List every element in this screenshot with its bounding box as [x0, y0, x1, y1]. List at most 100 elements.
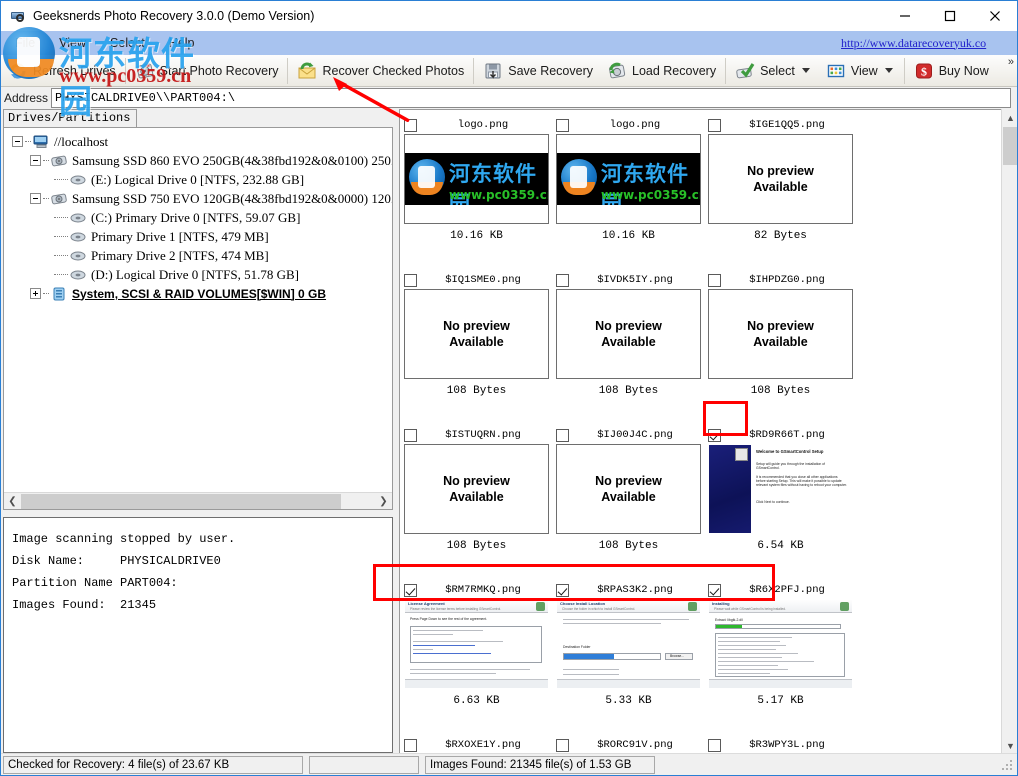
- close-button[interactable]: [972, 1, 1017, 31]
- scrollbar-thumb[interactable]: [21, 494, 341, 509]
- resize-grip[interactable]: [1001, 759, 1013, 771]
- menu-item-view[interactable]: View: [49, 34, 96, 52]
- menu-item-file[interactable]: File: [5, 34, 45, 52]
- thumbnail-preview[interactable]: No preview Available: [404, 444, 549, 534]
- thumbnail-preview[interactable]: 河东软件园 www.pc0359.cn: [556, 134, 701, 224]
- buy-now-button[interactable]: $ Buy Now: [907, 56, 996, 86]
- thumbnail-checkbox[interactable]: [404, 584, 417, 597]
- thumbnail-checkbox[interactable]: [556, 739, 569, 752]
- drives-tree-panel[interactable]: //localhost Samsung SSD 860 EVO 250GB(4&…: [3, 127, 393, 510]
- thumbnail-filename: $IQ1SME0.png: [417, 274, 549, 286]
- scroll-right-arrow[interactable]: ❯: [375, 493, 392, 510]
- thumbnail-cell[interactable]: $RPAS3K2.png Choose Install Location Cho…: [556, 581, 701, 736]
- thumbnail-checkbox[interactable]: [708, 584, 721, 597]
- tree-node-localhost[interactable]: //localhost: [8, 132, 392, 151]
- thumbnail-cell[interactable]: $ISTUQRN.png No preview Available 108 By…: [404, 426, 549, 581]
- partition-icon: [70, 173, 87, 187]
- expand-toggle-icon[interactable]: [12, 136, 23, 147]
- toolbar-overflow-button[interactable]: »: [1008, 55, 1014, 68]
- thumbnail-cell[interactable]: logo.png 河东软件园 www.pc0359.cn 10.16 KB: [556, 116, 701, 271]
- menu-item-select[interactable]: Select: [100, 34, 155, 52]
- address-input[interactable]: PHYSICALDRIVE0\\PART004:\: [51, 88, 1011, 108]
- start-photo-recovery-button[interactable]: Start Photo Recovery: [128, 56, 286, 86]
- save-recovery-button[interactable]: Save Recovery: [476, 56, 600, 86]
- wizard-welcome-p2: It is recommended that you close all oth…: [756, 475, 848, 487]
- thumbnail-preview[interactable]: No preview Available: [404, 289, 549, 379]
- thumbnail-cell[interactable]: $RD9R66T.png Welcome to GSmartControl Se…: [708, 426, 853, 581]
- thumbnail-preview[interactable]: License Agreement Please review the lice…: [404, 599, 549, 689]
- tree-node-primary-2[interactable]: Primary Drive 2 [NTFS, 474 MB]: [8, 246, 392, 265]
- tree-node-raid-volumes[interactable]: System, SCSI & RAID VOLUMES[$WIN] 0 GB: [8, 284, 392, 303]
- recover-checked-photos-button[interactable]: Recover Checked Photos: [290, 56, 471, 86]
- thumbnail-checkbox[interactable]: [556, 119, 569, 132]
- menu-item-help[interactable]: Help: [159, 34, 205, 52]
- thumbnail-cell[interactable]: $IHPDZG0.png No preview Available 108 By…: [708, 271, 853, 426]
- partition-icon: [70, 230, 87, 244]
- thumbnail-cell[interactable]: logo.png 河东软件园 www.pc0359.cn 10.16 KB: [404, 116, 549, 271]
- tree-node-drive-d[interactable]: (D:) Logical Drive 0 [NTFS, 51.78 GB]: [8, 265, 392, 284]
- scroll-up-arrow[interactable]: ▲: [1002, 109, 1018, 126]
- thumbnail-checkbox[interactable]: [404, 429, 417, 442]
- thumbnail-cell[interactable]: $IJ00J4C.png No preview Available 108 By…: [556, 426, 701, 581]
- tree-node-primary-1[interactable]: Primary Drive 1 [NTFS, 479 MB]: [8, 227, 392, 246]
- tree-node-samsung-750[interactable]: Samsung SSD 750 EVO 120GB(4&38fbd192&0&0…: [8, 189, 392, 208]
- thumbnail-cell[interactable]: $R6X2PFJ.png Installing Please wait whil…: [708, 581, 853, 736]
- tree-node-samsung-860[interactable]: Samsung SSD 860 EVO 250GB(4&38fbd192&0&0…: [8, 151, 392, 170]
- chevron-down-icon[interactable]: [802, 68, 810, 73]
- minimize-button[interactable]: [882, 1, 927, 31]
- view-label: View: [851, 64, 878, 78]
- wizard-footer: [405, 679, 548, 688]
- maximize-button[interactable]: [927, 1, 972, 31]
- thumbnail-checkbox[interactable]: [708, 739, 721, 752]
- thumbnail-checkbox[interactable]: [556, 584, 569, 597]
- thumbnail-preview[interactable]: Installing Please wait while GSmartContr…: [708, 599, 853, 689]
- tree-node-label: (E:) Logical Drive 0 [NTFS, 232.88 GB]: [91, 172, 304, 188]
- thumbnail-checkbox[interactable]: [708, 119, 721, 132]
- select-button[interactable]: Select: [728, 56, 819, 86]
- scroll-left-arrow[interactable]: ❮: [4, 493, 21, 510]
- thumbnail-cell[interactable]: $IQ1SME0.png No preview Available 108 By…: [404, 271, 549, 426]
- view-button[interactable]: View: [819, 56, 902, 86]
- thumbnail-cell[interactable]: $IVDK5IY.png No preview Available 108 By…: [556, 271, 701, 426]
- tree-horizontal-scrollbar[interactable]: ❮ ❯: [4, 492, 392, 509]
- thumbnail-preview[interactable]: No preview Available: [556, 444, 701, 534]
- partition-icon: [70, 268, 87, 282]
- computer-icon: [33, 135, 50, 149]
- thumbnail-checkbox[interactable]: [556, 274, 569, 287]
- thumbnail-preview[interactable]: No preview Available: [708, 289, 853, 379]
- thumbnail-preview[interactable]: Welcome to GSmartControl Setup Setup wil…: [708, 444, 853, 534]
- thumbnail-filename: $IHPDZG0.png: [721, 274, 853, 286]
- chevron-down-icon[interactable]: [885, 68, 893, 73]
- toolbar-separator: [725, 58, 726, 84]
- thumbnail-checkbox[interactable]: [556, 429, 569, 442]
- scroll-down-arrow[interactable]: ▼: [1002, 737, 1018, 754]
- thumbnail-grid-panel[interactable]: logo.png 河东软件园 www.pc0359.cn 10.16 KB: [399, 109, 1001, 754]
- no-preview-text: No preview Available: [443, 473, 510, 505]
- thumbnail-cell[interactable]: $RORC91V.png Drive Information Basic hea…: [556, 736, 701, 754]
- thumbnail-checkbox[interactable]: [404, 739, 417, 752]
- tab-drives-partitions[interactable]: Drives/Partitions: [3, 109, 137, 127]
- load-recovery-button[interactable]: Load Recovery: [600, 56, 723, 86]
- thumbnail-checkbox[interactable]: [708, 429, 721, 442]
- expand-toggle-icon[interactable]: [30, 193, 41, 204]
- scrollbar-thumb[interactable]: [1003, 127, 1018, 165]
- thumbnail-preview[interactable]: No preview Available: [556, 289, 701, 379]
- grid-vertical-scrollbar[interactable]: ▲ ▼: [1001, 109, 1018, 754]
- thumbnail-checkbox[interactable]: [708, 274, 721, 287]
- thumbnail-preview[interactable]: 河东软件园 www.pc0359.cn: [404, 134, 549, 224]
- thumbnail-cell[interactable]: $R3WPY3L.png: [708, 736, 853, 754]
- thumbnail-checkbox[interactable]: [404, 119, 417, 132]
- thumbnail-cell[interactable]: $RXOXE1Y.png Completing GSmartControl Se…: [404, 736, 549, 754]
- expand-toggle-icon[interactable]: [30, 155, 41, 166]
- expand-toggle-icon[interactable]: [30, 288, 41, 299]
- tree-node-drive-c[interactable]: (C:) Primary Drive 0 [NTFS, 59.07 GB]: [8, 208, 392, 227]
- thumbnail-preview[interactable]: No preview Available: [708, 134, 853, 224]
- tree-node-drive-e[interactable]: (E:) Logical Drive 0 [NTFS, 232.88 GB]: [8, 170, 392, 189]
- thumbnail-cell[interactable]: $IGE1QQ5.png No preview Available 82 Byt…: [708, 116, 853, 271]
- thumbnail-checkbox[interactable]: [404, 274, 417, 287]
- wizard-footer: [557, 679, 700, 688]
- thumbnail-cell[interactable]: $RM7RMKQ.png License Agreement Please re…: [404, 581, 549, 736]
- thumbnail-preview[interactable]: Choose Install Location Choose the folde…: [556, 599, 701, 689]
- refresh-drives-button[interactable]: Refresh Drives: [1, 56, 123, 86]
- website-link[interactable]: http://www.datarecoveryuk.co: [841, 36, 1017, 51]
